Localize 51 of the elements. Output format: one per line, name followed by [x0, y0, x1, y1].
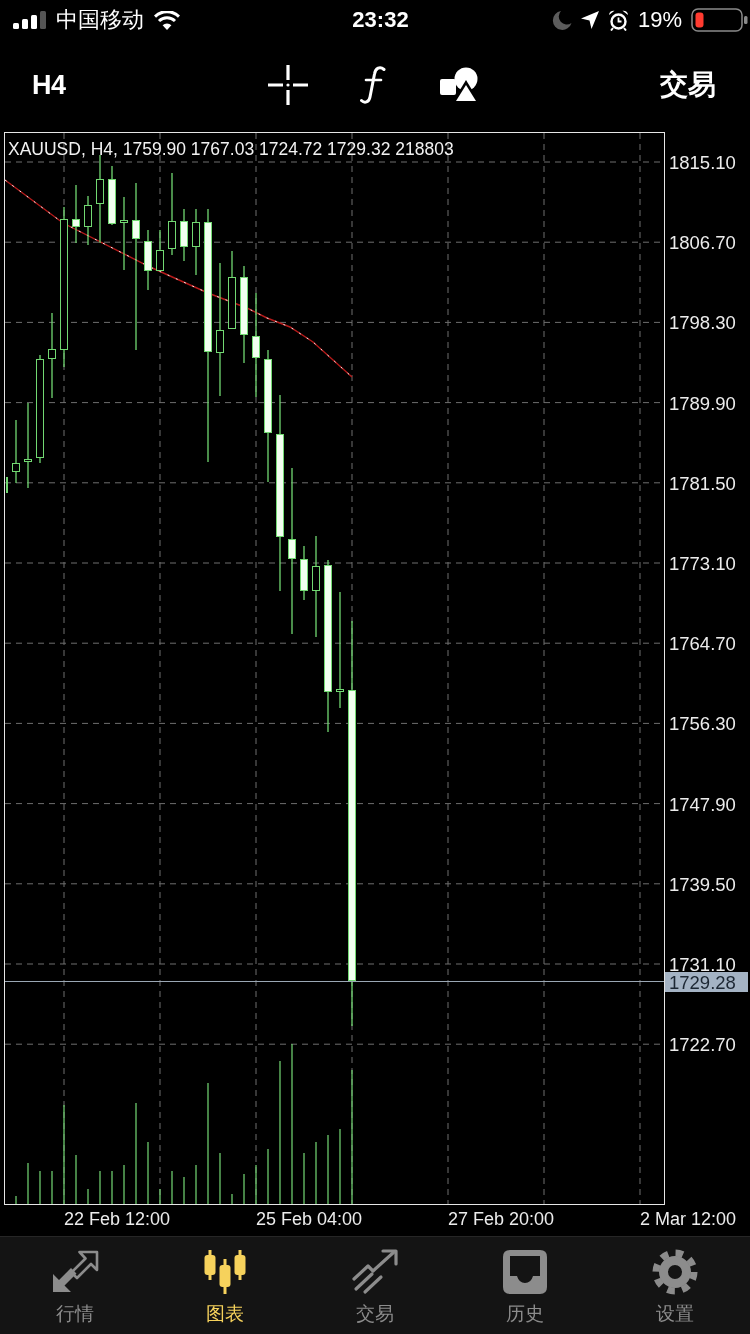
- price-label: 1756.30: [669, 713, 736, 735]
- diagonal-arrows-icon: [50, 1249, 100, 1295]
- trade-button[interactable]: 交易: [660, 68, 716, 102]
- settings-icon: [652, 1249, 698, 1295]
- price-label: 1815.10: [669, 152, 736, 173]
- carrier-name: 中国移动: [56, 7, 144, 33]
- tab[interactable]: 设置: [600, 1237, 750, 1334]
- battery-percentage: 19%: [637, 7, 682, 33]
- price-label: 1722.70: [669, 1034, 736, 1056]
- tab[interactable]: 图表: [150, 1237, 300, 1334]
- price-label: 1798.30: [669, 312, 736, 334]
- timeframe-button[interactable]: H4: [32, 69, 66, 101]
- price-label: 1731.10: [669, 954, 736, 975]
- time-label: 2 Mar 12:00: [640, 1209, 737, 1229]
- candlestick: [192, 208, 200, 276]
- price-label: 1789.90: [669, 392, 736, 414]
- price-label: 1764.70: [669, 633, 736, 655]
- alarm-clock-icon: [607, 9, 629, 31]
- candlestick: [12, 419, 20, 484]
- location-arrow-icon: [580, 11, 599, 29]
- wifi-icon: [154, 10, 180, 30]
- candlestick: [84, 195, 92, 246]
- candlestick: [144, 229, 152, 291]
- tab[interactable]: 历史: [450, 1237, 600, 1334]
- time-label: 22 Feb 12:00: [64, 1209, 171, 1229]
- status-time: 23:32: [352, 7, 409, 33]
- candlestick: [180, 208, 188, 262]
- chart-header: XAUUSD, H4, 1759.90 1767.03 1724.72 1729.32 218803: [8, 139, 454, 159]
- time-label: 27 Feb 20:00: [448, 1209, 555, 1229]
- function-icon[interactable]: [360, 66, 386, 104]
- candlestick: [156, 229, 164, 272]
- battery-icon: [691, 8, 748, 32]
- candlestick: [108, 165, 116, 226]
- moon-icon: [551, 10, 572, 30]
- time-label: 25 Feb 04:00: [256, 1209, 363, 1229]
- price-label: 1781.50: [669, 472, 736, 494]
- candlestick: [300, 545, 308, 601]
- signal-bars-icon: [13, 11, 46, 29]
- rising-arrow-icon: [350, 1249, 400, 1295]
- crosshair-icon[interactable]: [268, 65, 308, 105]
- current-price-label: 1729.28: [665, 972, 748, 993]
- price-label: 1747.90: [669, 793, 736, 815]
- inbox-tray-icon: [500, 1249, 550, 1295]
- tab[interactable]: 行情: [0, 1237, 150, 1334]
- shapes-icon[interactable]: [440, 67, 480, 103]
- price-label: 1739.50: [669, 873, 736, 895]
- candlestick: [6, 477, 8, 493]
- candlestick: [72, 184, 80, 244]
- tab[interactable]: 交易: [300, 1237, 450, 1334]
- price-label: 1773.10: [669, 553, 736, 574]
- price-label: 1806.70: [669, 232, 736, 254]
